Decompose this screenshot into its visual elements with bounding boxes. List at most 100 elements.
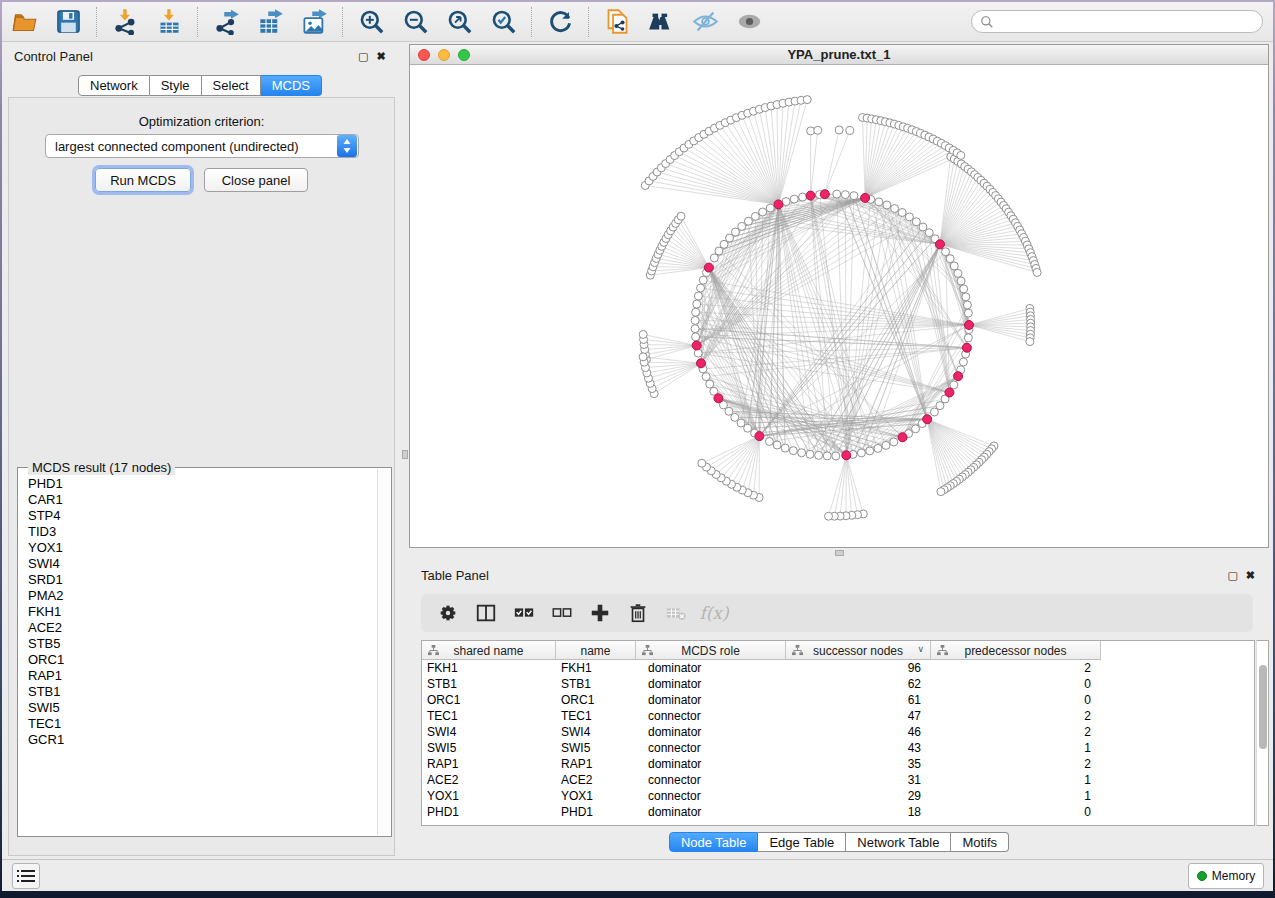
graph-hub-node[interactable] (923, 415, 932, 424)
graph-node[interactable] (738, 222, 746, 230)
graph-node[interactable] (693, 300, 701, 308)
mcds-result-item[interactable]: STP4 (19, 508, 377, 524)
graph-node[interactable] (1026, 338, 1034, 346)
graph-node[interactable] (959, 358, 967, 366)
tab-edge-table[interactable]: Edge Table (758, 832, 846, 852)
graph-node[interactable] (857, 449, 865, 457)
zoom-fit-icon[interactable] (444, 7, 474, 37)
column-header-predecessor-nodes[interactable]: predecessor nodes (931, 641, 1101, 660)
function-builder-icon[interactable]: f(x) (701, 600, 727, 626)
column-header-MCDS-role[interactable]: MCDS role (636, 641, 786, 660)
graph-node[interactable] (773, 441, 781, 449)
graph-node[interactable] (833, 190, 841, 198)
optimization-criterion-select[interactable]: largest connected component (undirected) (45, 134, 359, 158)
graph-node[interactable] (789, 447, 797, 455)
delete-column-icon[interactable] (625, 600, 651, 626)
graph-node[interactable] (957, 151, 965, 159)
graph-node[interactable] (957, 277, 965, 285)
tab-motifs[interactable]: Motifs (951, 832, 1009, 852)
mcds-result-item[interactable]: TEC1 (19, 716, 377, 732)
table-row[interactable]: FKH1FKH1dominator962 (422, 660, 1254, 676)
close-panel-icon[interactable]: ✖ (376, 50, 385, 62)
table-row[interactable]: TEC1TEC1connector472 (422, 708, 1254, 724)
graph-node[interactable] (815, 451, 823, 459)
horizontal-splitter-handle[interactable] (835, 550, 844, 556)
graph-node[interactable] (850, 192, 858, 200)
export-image-icon[interactable] (299, 7, 329, 37)
zoom-out-icon[interactable] (400, 7, 430, 37)
show-column-panel-icon[interactable] (473, 600, 499, 626)
graph-node[interactable] (960, 285, 968, 293)
graph-node[interactable] (964, 309, 972, 317)
mcds-result-item[interactable]: SWI5 (19, 700, 377, 716)
graph-node[interactable] (639, 353, 647, 361)
graph-node[interactable] (835, 126, 843, 134)
graph-node[interactable] (799, 193, 807, 201)
graph-node[interactable] (930, 408, 938, 416)
graph-node[interactable] (823, 452, 831, 460)
graph-hub-node[interactable] (696, 359, 705, 368)
graph-node[interactable] (898, 208, 906, 216)
table-row[interactable]: PHD1PHD1dominator180 (422, 804, 1254, 820)
zoom-in-icon[interactable] (356, 7, 386, 37)
graph-node[interactable] (803, 96, 811, 104)
graph-node[interactable] (677, 212, 685, 220)
graph-node[interactable] (905, 213, 913, 221)
graph-node[interactable] (692, 308, 700, 316)
table-row[interactable]: STB1STB1dominator620 (422, 676, 1254, 692)
graph-node[interactable] (710, 254, 718, 262)
graph-node[interactable] (751, 212, 759, 220)
graph-node[interactable] (692, 333, 700, 341)
graph-node[interactable] (702, 373, 710, 381)
export-network-icon[interactable] (211, 7, 241, 37)
graph-node[interactable] (912, 218, 920, 226)
delete-table-icon[interactable] (663, 600, 689, 626)
mcds-result-item[interactable]: ACE2 (19, 620, 377, 636)
graph-node[interactable] (825, 512, 833, 520)
graph-node[interactable] (697, 284, 705, 292)
mcds-result-item[interactable]: FKH1 (19, 604, 377, 620)
table-row[interactable]: YOX1YOX1connector291 (422, 788, 1254, 804)
graph-node[interactable] (790, 195, 798, 203)
tab-node-table[interactable]: Node Table (669, 832, 759, 852)
graph-node[interactable] (890, 438, 898, 446)
graph-node[interactable] (694, 349, 702, 357)
graph-hub-node[interactable] (965, 321, 974, 330)
float-panel-icon[interactable]: ▢ (1227, 569, 1237, 581)
network-canvas[interactable] (410, 65, 1268, 548)
mcds-result-item[interactable]: SWI4 (19, 556, 377, 572)
run-mcds-button[interactable]: Run MCDS (95, 168, 191, 192)
table-row[interactable]: ACE2ACE2connector311 (422, 772, 1254, 788)
graph-node[interactable] (950, 262, 958, 270)
graph-hub-node[interactable] (774, 200, 783, 209)
column-header-shared-name[interactable]: shared name (422, 641, 556, 660)
search-input[interactable] (971, 10, 1263, 33)
graph-node[interactable] (698, 459, 706, 467)
table-row[interactable]: ORC1ORC1dominator610 (422, 692, 1254, 708)
close-panel-icon[interactable]: ✖ (1246, 569, 1255, 581)
vertical-splitter-handle[interactable] (402, 450, 408, 459)
graph-node[interactable] (946, 255, 954, 263)
graph-node[interactable] (814, 126, 822, 134)
mcds-result-item[interactable]: CAR1 (19, 492, 377, 508)
graph-node[interactable] (759, 208, 767, 216)
graph-node[interactable] (912, 425, 920, 433)
mcds-result-item[interactable]: ORC1 (19, 652, 377, 668)
graph-hub-node[interactable] (806, 191, 815, 200)
refresh-icon[interactable] (545, 7, 575, 37)
unselect-all-columns-icon[interactable] (549, 600, 575, 626)
table-row[interactable]: SWI4SWI4dominator462 (422, 724, 1254, 740)
create-column-icon[interactable] (587, 600, 613, 626)
tab-style[interactable]: Style (150, 75, 202, 96)
graph-node[interactable] (962, 293, 970, 301)
tab-mcds[interactable]: MCDS (261, 75, 322, 96)
graph-node[interactable] (942, 248, 950, 256)
mcds-list-scrollbar[interactable] (377, 469, 390, 835)
show-selected-icon[interactable] (734, 7, 764, 37)
search-network-icon[interactable] (646, 7, 676, 37)
graph-node[interactable] (691, 316, 699, 324)
graph-hub-node[interactable] (935, 240, 944, 249)
graph-node[interactable] (798, 449, 806, 457)
graph-node[interactable] (806, 450, 814, 458)
graph-node[interactable] (781, 444, 789, 452)
